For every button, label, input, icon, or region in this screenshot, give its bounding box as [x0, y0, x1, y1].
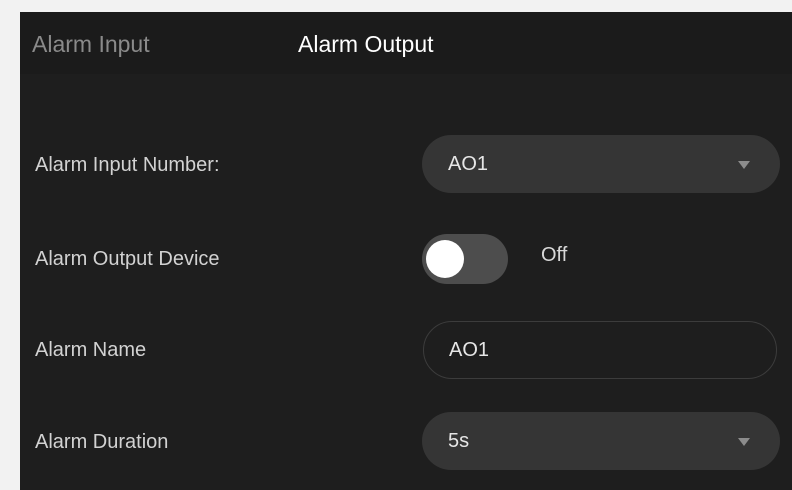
tab-alarm-output[interactable]: Alarm Output	[298, 30, 434, 58]
toggle-knob	[426, 240, 464, 278]
chevron-down-icon	[738, 438, 750, 446]
tab-bar: Alarm Input Alarm Output	[20, 12, 792, 74]
alarm-duration-select[interactable]: 5s	[422, 412, 780, 470]
alarm-name-input[interactable]	[423, 321, 777, 379]
alarm-input-number-select[interactable]: AO1	[422, 135, 780, 193]
alarm-input-number-value: AO1	[448, 153, 489, 175]
alarm-output-device-label: Alarm Output Device	[35, 248, 220, 270]
chevron-down-icon	[738, 161, 750, 169]
tab-alarm-input[interactable]: Alarm Input	[32, 30, 150, 58]
alarm-duration-label: Alarm Duration	[35, 431, 169, 453]
alarm-output-device-state: Off	[541, 244, 568, 266]
alarm-output-device-toggle[interactable]	[422, 234, 508, 284]
alarm-name-label: Alarm Name	[35, 339, 147, 361]
alarm-input-number-label: Alarm Input Number:	[35, 154, 220, 176]
alarm-duration-value: 5s	[448, 430, 470, 452]
alarm-settings-panel: Alarm Input Alarm Output Alarm Input Num…	[20, 12, 792, 490]
